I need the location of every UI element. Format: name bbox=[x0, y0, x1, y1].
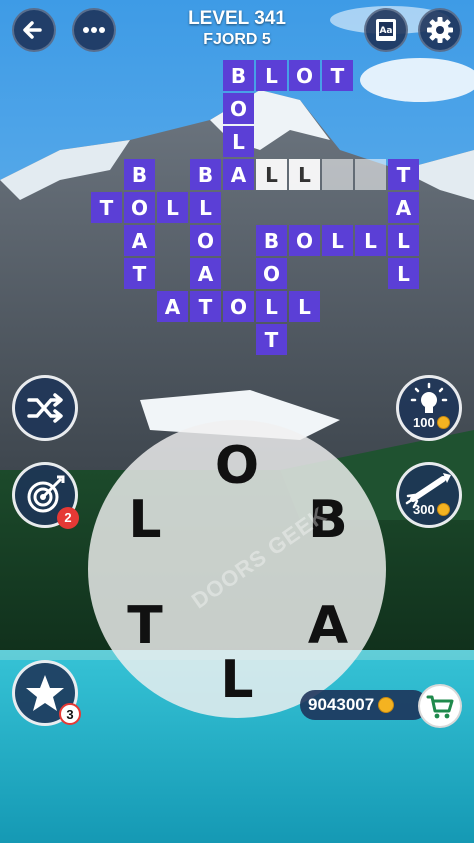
rocket-button[interactable]: 300 bbox=[396, 462, 462, 528]
grid-cell: L bbox=[322, 225, 353, 256]
shuffle-button[interactable] bbox=[12, 375, 78, 441]
wheel-letter[interactable]: L bbox=[207, 650, 267, 710]
grid-cell: L bbox=[256, 159, 287, 190]
grid-cell: O bbox=[289, 225, 320, 256]
target-booster-button[interactable]: 2 bbox=[12, 462, 79, 529]
grid-cell: L bbox=[256, 291, 287, 322]
grid-cell: T bbox=[256, 324, 287, 355]
grid-cell: O bbox=[289, 60, 320, 91]
hint-button[interactable]: 100 bbox=[396, 375, 462, 441]
coin-balance: 9043007 bbox=[300, 690, 428, 720]
grid-cell: L bbox=[190, 192, 221, 223]
grid-cell: L bbox=[355, 225, 386, 256]
grid-cell: L bbox=[289, 291, 320, 322]
grid-cell: L bbox=[157, 192, 188, 223]
coin-balance-value: 9043007 bbox=[308, 695, 375, 714]
grid-cell: L bbox=[223, 126, 254, 157]
star-count-badge: 3 bbox=[59, 703, 81, 725]
grid-cell bbox=[322, 159, 353, 190]
dictionary-icon: Aa bbox=[376, 19, 396, 41]
hint-cost-value: 100 bbox=[413, 415, 435, 430]
coin-icon bbox=[378, 697, 395, 713]
grid-cell: L bbox=[289, 159, 320, 190]
grid-cell: T bbox=[388, 159, 419, 190]
coin-icon bbox=[436, 503, 450, 516]
grid-cell: T bbox=[91, 192, 122, 223]
star-booster-button[interactable]: 3 bbox=[12, 660, 81, 726]
grid-cell: L bbox=[256, 60, 287, 91]
shopping-cart-icon bbox=[426, 695, 454, 719]
wheel-letter[interactable]: T bbox=[115, 596, 175, 656]
grid-cell: T bbox=[124, 258, 155, 289]
grid-cell: T bbox=[322, 60, 353, 91]
shop-button[interactable] bbox=[418, 684, 462, 728]
gear-icon bbox=[427, 17, 453, 43]
grid-cell: B bbox=[256, 225, 287, 256]
grid-cell: B bbox=[190, 159, 221, 190]
grid-cell: A bbox=[124, 225, 155, 256]
grid-cell: L bbox=[388, 225, 419, 256]
grid-cell: A bbox=[157, 291, 188, 322]
grid-cell: O bbox=[256, 258, 287, 289]
grid-cell: B bbox=[223, 60, 254, 91]
grid-cell: A bbox=[190, 258, 221, 289]
grid-cell: O bbox=[190, 225, 221, 256]
grid-cell: A bbox=[388, 192, 419, 223]
grid-cell: T bbox=[190, 291, 221, 322]
wheel-letter[interactable]: A bbox=[298, 596, 358, 656]
shuffle-icon bbox=[27, 393, 63, 423]
grid-cell: O bbox=[124, 192, 155, 223]
grid-cell: O bbox=[223, 291, 254, 322]
wheel-letter[interactable]: O bbox=[207, 436, 267, 496]
grid-cell: A bbox=[223, 159, 254, 190]
rocket-cost-value: 300 bbox=[413, 502, 435, 517]
coin-icon bbox=[436, 416, 450, 429]
grid-cell: B bbox=[124, 159, 155, 190]
grid-cell: O bbox=[223, 93, 254, 124]
settings-button[interactable] bbox=[418, 8, 462, 52]
hint-cost: 100 bbox=[413, 415, 450, 430]
rocket-cost: 300 bbox=[413, 502, 450, 517]
svg-text:Aa: Aa bbox=[379, 26, 392, 36]
grid-cell: L bbox=[388, 258, 419, 289]
target-count-badge: 2 bbox=[57, 507, 79, 529]
grid-cell bbox=[355, 159, 386, 190]
wheel-letter[interactable]: L bbox=[115, 490, 175, 550]
dictionary-button[interactable]: Aa bbox=[364, 8, 408, 52]
